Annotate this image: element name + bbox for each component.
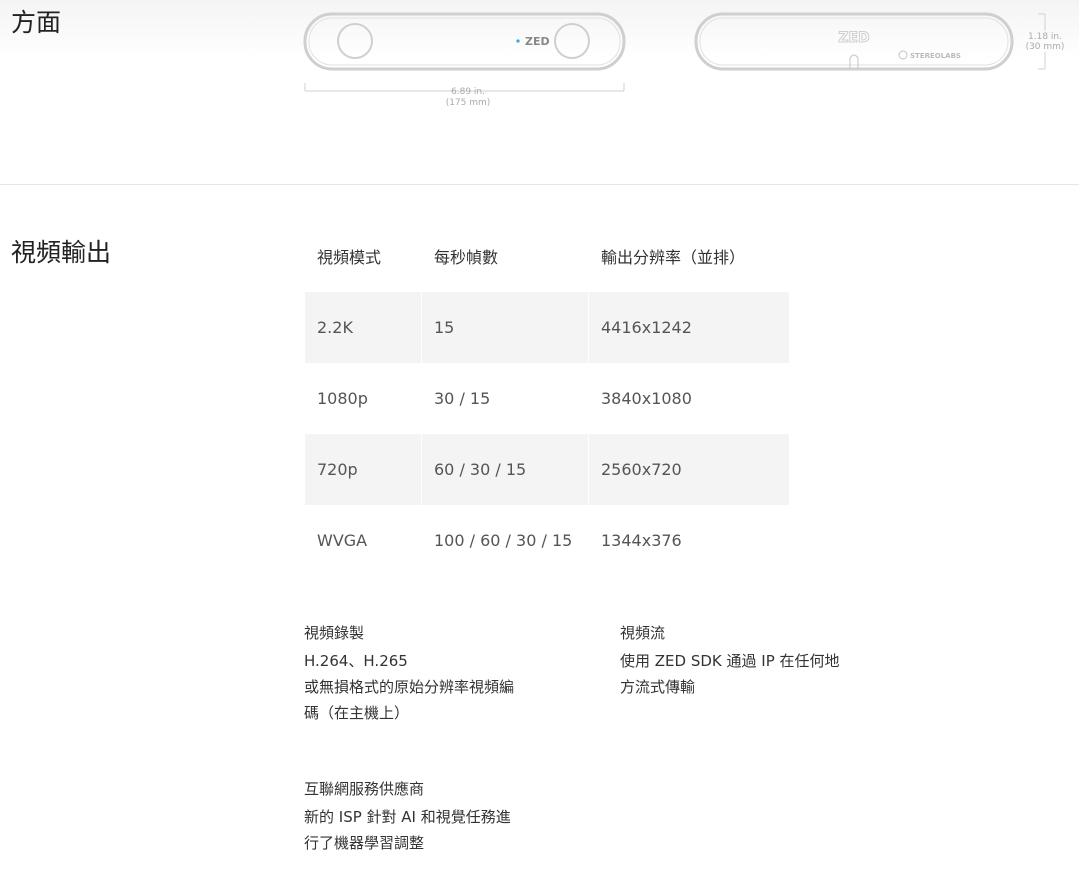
feature-text-line: H.264、H.265	[304, 652, 408, 670]
camera-top-view: ZED STEREOLABS 1.18 in. (30 mm)	[694, 12, 1065, 71]
section-divider	[0, 184, 1079, 185]
camera-front-view: ZED 6.89 in. (175 mm)	[303, 12, 626, 108]
cell-fps: 15	[422, 292, 588, 363]
width-label-in: 6.89 in.	[451, 87, 485, 97]
brand-label: STEREOLABS	[910, 52, 961, 60]
cell-resolution: 1344x376	[601, 531, 682, 550]
cell-fps: 30 / 15	[434, 389, 491, 408]
table-row: WVGA 100 / 60 / 30 / 15 1344x376	[305, 505, 789, 576]
cell-video-mode: WVGA	[317, 531, 368, 550]
feature-video-streaming: 視頻流 使用 ZED SDK 通過 IP 在任何地 方流式傳輸	[620, 620, 840, 700]
cell-video-mode: 720p	[305, 434, 421, 505]
dimensions-section-title: 方面	[11, 8, 62, 37]
feature-text-line: 碼（在主機上）	[304, 704, 410, 722]
front-logo: ZED	[525, 35, 550, 48]
feature-text-line: 行了機器學習調整	[304, 834, 425, 852]
mount-icon	[849, 54, 859, 68]
height-label-in: 1.18 in.	[1028, 32, 1062, 42]
status-led-icon	[516, 39, 520, 43]
table-header-row: 視頻模式 每秒幀數 輸出分辨率（並排）	[305, 220, 789, 292]
table-row: 1080p 30 / 15 3840x1080	[305, 363, 789, 434]
camera-front-outline	[303, 12, 626, 71]
feature-text-line: 使用 ZED SDK 通過 IP 在任何地	[620, 652, 840, 670]
right-lens-icon	[554, 23, 590, 59]
cell-resolution: 3840x1080	[601, 389, 692, 408]
cell-video-mode: 1080p	[317, 389, 368, 408]
feature-title: 互聯網服務供應商	[304, 780, 425, 798]
cell-video-mode: 2.2K	[305, 292, 421, 363]
width-label-mm: (175 mm)	[446, 98, 491, 108]
height-label-mm: (30 mm)	[1026, 42, 1065, 52]
video-output-section-title: 視頻輸出	[11, 238, 112, 267]
header-resolution: 輸出分辨率（並排）	[601, 248, 746, 267]
video-mode-table: 視頻模式 每秒幀數 輸出分辨率（並排） 2.2K 15 4416x1242 10…	[305, 220, 789, 576]
table-row: 2.2K 15 4416x1242	[305, 292, 789, 363]
feature-text-line: 方流式傳輸	[620, 678, 696, 696]
cell-resolution: 2560x720	[589, 434, 789, 505]
brand-icon	[898, 50, 908, 60]
feature-title: 視頻錄製	[304, 624, 365, 642]
cell-resolution: 4416x1242	[589, 292, 789, 363]
cell-fps: 100 / 60 / 30 / 15	[434, 531, 573, 550]
table-row: 720p 60 / 30 / 15 2560x720	[305, 434, 789, 505]
top-logo: ZED	[838, 30, 869, 46]
feature-text-line: 新的 ISP 針對 AI 和視覺任務進	[304, 808, 511, 826]
feature-video-recording: 視頻錄製 H.264、H.265 或無損格式的原始分辨率視頻編 碼（在主機上）	[304, 620, 514, 726]
cell-fps: 60 / 30 / 15	[422, 434, 588, 505]
feature-text-line: 或無損格式的原始分辨率視頻編	[304, 678, 515, 696]
feature-title: 視頻流	[620, 624, 666, 642]
left-lens-icon	[337, 23, 373, 59]
header-fps: 每秒幀數	[434, 248, 499, 267]
feature-isp: 互聯網服務供應商 新的 ISP 針對 AI 和視覺任務進 行了機器學習調整	[304, 776, 511, 856]
header-video-mode: 視頻模式	[317, 248, 382, 267]
